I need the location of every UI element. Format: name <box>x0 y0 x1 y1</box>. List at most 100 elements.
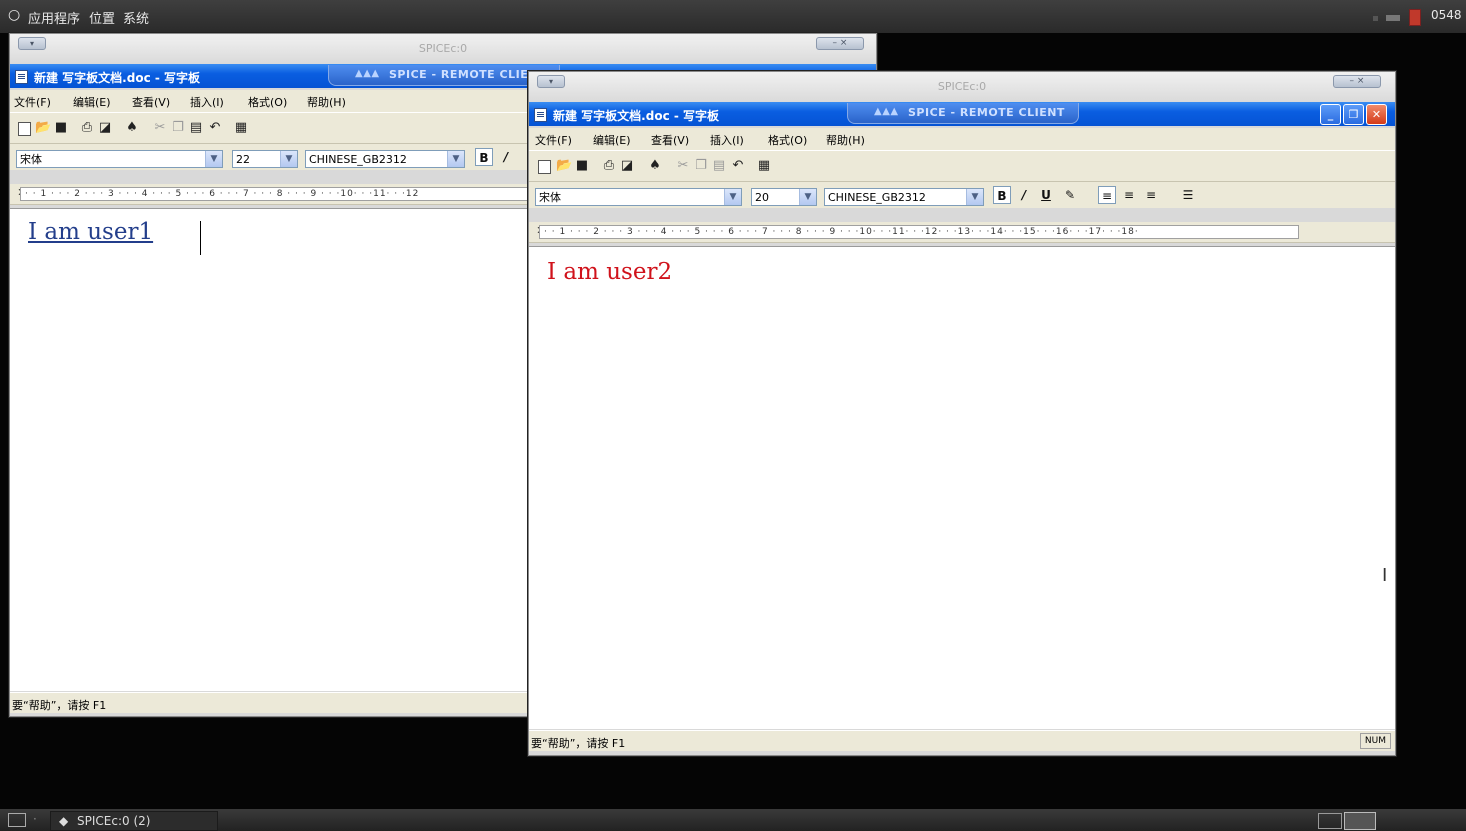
copy-icon[interactable]: ❐ <box>171 121 185 135</box>
datetime-icon[interactable]: ▦ <box>234 121 248 135</box>
open-icon[interactable]: 📂 <box>556 159 572 173</box>
print-preview-icon[interactable]: ◪ <box>98 121 112 135</box>
chevron-down-icon[interactable]: ▼ <box>799 189 816 205</box>
network-icon[interactable] <box>1386 15 1400 21</box>
menu-help[interactable]: 帮助(H) <box>307 94 346 110</box>
spice-banner-1: ▲▲▲ SPICE - REMOTE CLIE <box>328 65 560 86</box>
document-area-2[interactable]: I am user2 <box>529 246 1395 729</box>
underline-button[interactable]: U <box>1037 186 1055 204</box>
print-preview-icon[interactable]: ◪ <box>620 159 634 173</box>
menu-view[interactable]: 查看(V) <box>651 132 689 148</box>
chevron-down-icon[interactable]: ▼ <box>724 189 741 205</box>
menu-places[interactable]: 位置 <box>89 8 115 27</box>
paste-icon[interactable]: ▤ <box>189 121 203 135</box>
menu-format[interactable]: 格式(O) <box>248 94 287 110</box>
align-left-button[interactable]: ≡ <box>1098 186 1116 204</box>
undo-icon[interactable]: ↶ <box>208 121 222 135</box>
chevron-down-icon[interactable]: ▼ <box>966 189 983 205</box>
spice-banner-text: SPICE - REMOTE CLIENT <box>908 106 1065 119</box>
bold-button[interactable]: B <box>475 148 493 166</box>
font-name-select[interactable]: 宋体 ▼ <box>16 150 223 168</box>
datetime-icon[interactable]: ▦ <box>757 159 771 173</box>
print-icon[interactable]: ⎙ <box>602 159 616 173</box>
status-text: 要“帮助”，请按 F1 <box>12 699 107 712</box>
spice-title-1: SPICEc:0 <box>418 42 468 55</box>
new-icon[interactable] <box>538 160 551 174</box>
circle-logo-icon[interactable]: ○ <box>8 7 20 23</box>
workspace-1-icon[interactable] <box>1318 813 1342 829</box>
ruler-scale: · · 1 · · · 2 · · · 3 · · · 4 · · · 5 · … <box>539 225 1299 239</box>
spice-window-2: ▾ SPICEc:0 – × 新建 写字板文档.doc - 写字板 ▲▲▲ SP… <box>528 71 1396 756</box>
cut-icon[interactable]: ✂ <box>676 159 690 173</box>
menu-edit[interactable]: 编辑(E) <box>593 132 631 148</box>
paste-icon[interactable]: ▤ <box>712 159 726 173</box>
font-size-value: 22 <box>236 153 250 166</box>
text-caret <box>200 221 201 255</box>
minimize-button[interactable]: _ <box>1320 104 1341 125</box>
italic-button[interactable]: / <box>497 148 515 166</box>
clock[interactable]: 0548 <box>1431 8 1462 22</box>
font-name-select[interactable]: 宋体 ▼ <box>535 188 742 206</box>
chevron-down-icon[interactable]: ▼ <box>280 151 297 167</box>
spice-logo-icon: ▲▲▲ <box>355 68 380 79</box>
spice-titlebar-2[interactable]: ▾ SPICEc:0 – × <box>529 72 1395 103</box>
copy-icon[interactable]: ❐ <box>694 159 708 173</box>
font-size-select[interactable]: 22 ▼ <box>232 150 298 168</box>
find-icon[interactable]: ♠ <box>125 121 139 135</box>
chevron-down-icon[interactable]: ▼ <box>447 151 464 167</box>
find-icon[interactable]: ♠ <box>648 159 662 173</box>
open-icon[interactable]: 📂 <box>35 121 51 135</box>
wordpad-titlebar-2[interactable]: 新建 写字板文档.doc - 写字板 ▲▲▲ SPICE - REMOTE CL… <box>529 102 1395 126</box>
workspace-2-icon[interactable] <box>1344 812 1376 830</box>
new-icon[interactable] <box>18 122 31 136</box>
menu-insert[interactable]: 插入(I) <box>190 94 224 110</box>
print-icon[interactable]: ⎙ <box>80 121 94 135</box>
taskbar-button[interactable]: ◆ SPICEc:0 (2) <box>50 811 218 831</box>
menu-file[interactable]: 文件(F) <box>14 94 51 110</box>
tray-dot-icon <box>1373 16 1378 21</box>
save-icon[interactable]: ■ <box>54 121 68 135</box>
menu-system[interactable]: 系统 <box>123 8 149 27</box>
menu-file[interactable]: 文件(F) <box>535 132 572 148</box>
menu-insert[interactable]: 插入(I) <box>710 132 744 148</box>
document-text[interactable]: I am user2 <box>547 259 672 285</box>
ruler-scale: · · 1 · · · 2 · · · 3 · · · 4 · · · 5 · … <box>20 187 530 201</box>
menu-edit[interactable]: 编辑(E) <box>73 94 111 110</box>
bold-button[interactable]: B <box>993 186 1011 204</box>
cut-icon[interactable]: ✂ <box>153 121 167 135</box>
spice-titlebar-1[interactable]: ▾ SPICEc:0 – × <box>10 34 876 65</box>
restore-button[interactable]: ❐ <box>1343 104 1364 125</box>
charset-select[interactable]: CHINESE_GB2312 ▼ <box>305 150 465 168</box>
color-palette-icon[interactable]: ✎ <box>1061 186 1079 204</box>
task-label: SPICEc:0 (2) <box>77 814 151 828</box>
close-button[interactable]: ✕ <box>1366 104 1387 125</box>
menu-format[interactable]: 格式(O) <box>768 132 807 148</box>
bullets-button[interactable]: ☰ <box>1179 186 1197 204</box>
window-controls-button[interactable]: – × <box>1333 75 1381 88</box>
chevron-down-icon[interactable]: ▼ <box>205 151 222 167</box>
document-icon <box>534 108 547 122</box>
document-text[interactable]: I am user1 <box>28 219 153 245</box>
spice-banner-2: ▲▲▲ SPICE - REMOTE CLIENT <box>847 103 1079 124</box>
menu-help[interactable]: 帮助(H) <box>826 132 865 148</box>
menu-applications[interactable]: 应用程序 <box>28 8 80 27</box>
charset-value: CHINESE_GB2312 <box>828 191 926 204</box>
charset-select[interactable]: CHINESE_GB2312 ▼ <box>824 188 984 206</box>
statusbar-2: 要“帮助”，请按 F1 NUM <box>529 730 1395 751</box>
mouse-ibeam-cursor: I <box>1382 565 1388 586</box>
bottom-panel: · ◆ SPICEc:0 (2) <box>0 809 1466 831</box>
font-name-value: 宋体 <box>20 153 42 166</box>
top-panel: ○ 应用程序 位置 系统 0548 <box>0 0 1466 33</box>
show-desktop-icon[interactable] <box>8 813 26 827</box>
menu-view[interactable]: 查看(V) <box>132 94 170 110</box>
window-controls-button[interactable]: – × <box>816 37 864 50</box>
save-icon[interactable]: ■ <box>575 159 589 173</box>
align-right-button[interactable]: ≡ <box>1142 186 1160 204</box>
italic-button[interactable]: / <box>1015 186 1033 204</box>
battery-icon[interactable] <box>1409 9 1421 26</box>
wordpad-title-2: 新建 写字板文档.doc - 写字板 <box>553 109 720 123</box>
align-center-button[interactable]: ≡ <box>1120 186 1138 204</box>
wordpad-title-1: 新建 写字板文档.doc - 写字板 <box>34 71 201 85</box>
font-size-select[interactable]: 20 ▼ <box>751 188 817 206</box>
undo-icon[interactable]: ↶ <box>731 159 745 173</box>
